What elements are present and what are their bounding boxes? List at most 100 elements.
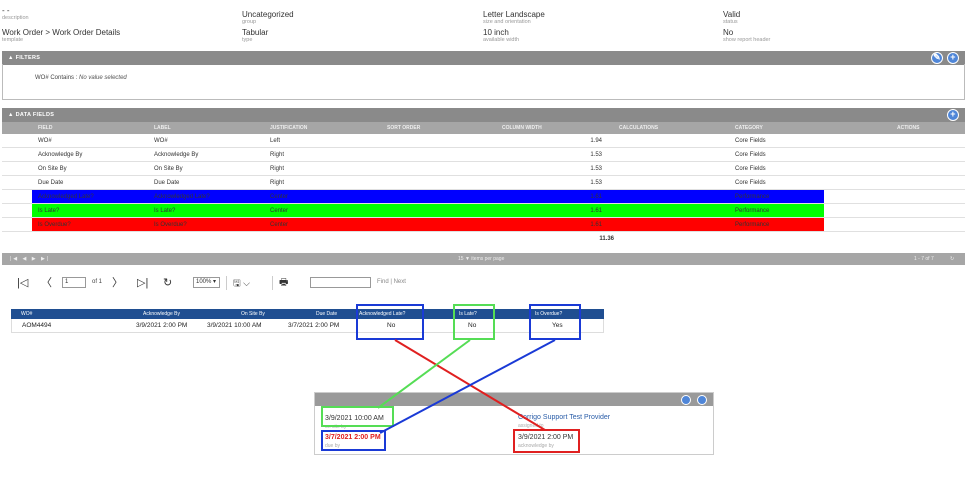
cell-justification: Right bbox=[270, 166, 285, 172]
show-header-value: No bbox=[723, 28, 734, 37]
grid-row[interactable]: Acknowledged Late? Acknowledged Late? Cent… bbox=[2, 190, 965, 204]
col-calculations[interactable]: CALCULATIONS bbox=[619, 122, 658, 134]
type-label: type bbox=[242, 37, 253, 43]
list-icon[interactable] bbox=[697, 395, 707, 405]
data-fields-section-bar[interactable]: ▲ DATA FIELDS + bbox=[2, 108, 965, 122]
next-page-icon[interactable]: 〉 bbox=[112, 275, 123, 291]
type-cell: Tabular type bbox=[242, 28, 268, 44]
cell-field: On Site By bbox=[38, 166, 67, 172]
rpt-col-wo: WO# bbox=[21, 311, 33, 317]
row-highlight bbox=[32, 204, 824, 217]
cell-label: On Site By bbox=[154, 166, 183, 172]
cell-justification: Right bbox=[270, 180, 285, 186]
type-value: Tabular bbox=[242, 28, 269, 37]
status-label: status bbox=[723, 19, 738, 25]
annotation-box-blue bbox=[529, 304, 581, 340]
grid-row[interactable]: Acknowledge By Acknowledge By Right 1.53 Cor… bbox=[2, 148, 965, 162]
last-page-icon[interactable]: ▷| bbox=[137, 275, 148, 291]
cell-column-width: 1.61 bbox=[590, 208, 602, 214]
col-category[interactable]: CATEGORY bbox=[735, 122, 763, 134]
first-page-icon[interactable]: |◁ bbox=[17, 275, 28, 291]
add-field-icon[interactable]: + bbox=[947, 109, 959, 121]
filter-expression[interactable]: WO# Contains : No value selected bbox=[35, 75, 127, 81]
report-viewer-toolbar: |◁ 〈 1 of 1 〉 ▷| ↻ 100% ▾ 🖫 ⌵ 🖶 Find | N… bbox=[0, 272, 967, 294]
save-icon[interactable]: 🖫 ⌵ bbox=[233, 275, 250, 291]
annotation-box-blue bbox=[321, 430, 386, 451]
grid-row[interactable]: WO# WO# Left 1.94 Core Fields bbox=[2, 134, 965, 148]
cell-field: Is Late? bbox=[38, 208, 60, 214]
cell-field: Acknowledged Late? bbox=[38, 194, 94, 200]
width-label: available width bbox=[483, 37, 520, 43]
grid-pager-nav[interactable]: |◀ ◀ ▶ ▶| bbox=[10, 253, 50, 265]
grid-row[interactable]: Is Overdue? Is Overdue? Center 1.61 Performa… bbox=[2, 218, 965, 232]
status-value: Valid bbox=[723, 10, 741, 19]
edit-filter-icon[interactable]: ✎ bbox=[931, 52, 943, 64]
grid-row[interactable]: Due Date Due Date Right 1.53 Core Fields bbox=[2, 176, 965, 190]
zoom-select[interactable]: 100% ▾ bbox=[193, 277, 220, 288]
annotation-box-green bbox=[453, 304, 495, 340]
cell-category: Performance bbox=[735, 222, 770, 228]
page-number-input[interactable]: 1 bbox=[62, 277, 86, 288]
size-cell: Letter Landscape size and orientation bbox=[483, 10, 545, 26]
filters-title: ▲ FILTERS bbox=[8, 55, 41, 61]
filters-section-bar[interactable]: ▲ FILTERS ✎ + bbox=[2, 51, 965, 65]
template-cell: Work Order > Work Order Details template bbox=[2, 28, 120, 44]
cell-category: Performance bbox=[735, 208, 770, 214]
cell-category: Core Fields bbox=[735, 138, 766, 144]
annotation-box-red bbox=[513, 429, 580, 453]
cell-justification: Center bbox=[270, 194, 289, 200]
col-label[interactable]: LABEL bbox=[154, 122, 171, 134]
user-icon[interactable] bbox=[681, 395, 691, 405]
cell-label: Acknowledged Late? bbox=[154, 194, 210, 200]
cell-justification: Center bbox=[270, 222, 289, 228]
print-icon[interactable]: 🖶 bbox=[279, 275, 288, 291]
annotation-box-blue bbox=[356, 304, 424, 340]
cell-justification: Center bbox=[270, 208, 289, 214]
cell-column-width: 1.61 bbox=[590, 194, 602, 200]
cell-category: Core Fields bbox=[735, 180, 766, 186]
cell-label: WO# bbox=[154, 138, 168, 144]
grid-row[interactable]: Is Late? Is Late? Center 1.61 Performance bbox=[2, 204, 965, 218]
cell-field: WO# bbox=[38, 138, 52, 144]
grid-row[interactable]: On Site By On Site By Right 1.53 Core Fields bbox=[2, 162, 965, 176]
grid-refresh-icon[interactable]: ↻ bbox=[950, 253, 954, 265]
cell-category: Core Fields bbox=[735, 166, 766, 172]
cell-label: Acknowledge By bbox=[154, 152, 199, 158]
prev-page-icon[interactable]: 〈 bbox=[41, 275, 52, 291]
width-cell: 10 inch available width bbox=[483, 28, 519, 44]
add-filter-icon[interactable]: + bbox=[947, 52, 959, 64]
show-header-label: show report header bbox=[723, 37, 771, 43]
col-field[interactable]: FIELD bbox=[38, 122, 52, 134]
refresh-icon[interactable]: ↻ bbox=[163, 275, 172, 291]
grid-pager-count: 1 - 7 of 7 bbox=[914, 256, 934, 262]
report-row: AOM4494 3/9/2021 2:00 PM 3/9/2021 10:00 … bbox=[11, 319, 604, 333]
grid-total-row: 11.36 bbox=[2, 232, 965, 246]
cell-field: Is Overdue? bbox=[38, 222, 71, 228]
description-cell: - - description bbox=[2, 6, 29, 22]
cell-category: Core Fields bbox=[735, 152, 766, 158]
row-highlight bbox=[32, 218, 824, 231]
cell-column-width: 1.53 bbox=[590, 180, 602, 186]
rpt-col-on-site-by: On Site By bbox=[241, 311, 265, 317]
cell-column-width: 1.53 bbox=[590, 152, 602, 158]
col-sort-order[interactable]: SORT ORDER bbox=[387, 122, 420, 134]
card-header bbox=[315, 393, 713, 406]
find-input[interactable] bbox=[310, 277, 371, 288]
rpt-cell-on-site-by: 3/9/2021 10:00 AM bbox=[207, 322, 262, 329]
description-value: - - bbox=[2, 6, 10, 15]
assigned-to-value[interactable]: Corrigo Support Test Provider bbox=[518, 414, 610, 422]
grid-pager: |◀ ◀ ▶ ▶| 15 ▼ items per page 1 - 7 of 7… bbox=[2, 253, 965, 265]
cell-justification: Left bbox=[270, 138, 281, 144]
col-column-width[interactable]: COLUMN WIDTH bbox=[502, 122, 542, 134]
toolbar-divider bbox=[272, 276, 273, 290]
row-highlight bbox=[32, 190, 824, 203]
items-per-page-select[interactable]: 15 ▼ items per page bbox=[458, 253, 504, 265]
group-cell: Uncategorized group bbox=[242, 10, 294, 26]
template-label: template bbox=[2, 37, 24, 43]
find-next-links[interactable]: Find | Next bbox=[377, 279, 406, 285]
col-justification[interactable]: JUSTIFICATION bbox=[270, 122, 307, 134]
size-value: Letter Landscape bbox=[483, 10, 545, 19]
template-value: Work Order > Work Order Details bbox=[2, 28, 121, 37]
cell-label: Is Overdue? bbox=[154, 222, 187, 228]
report-table-header: WO# Acknowledge By On Site By Due Date A… bbox=[11, 309, 604, 319]
